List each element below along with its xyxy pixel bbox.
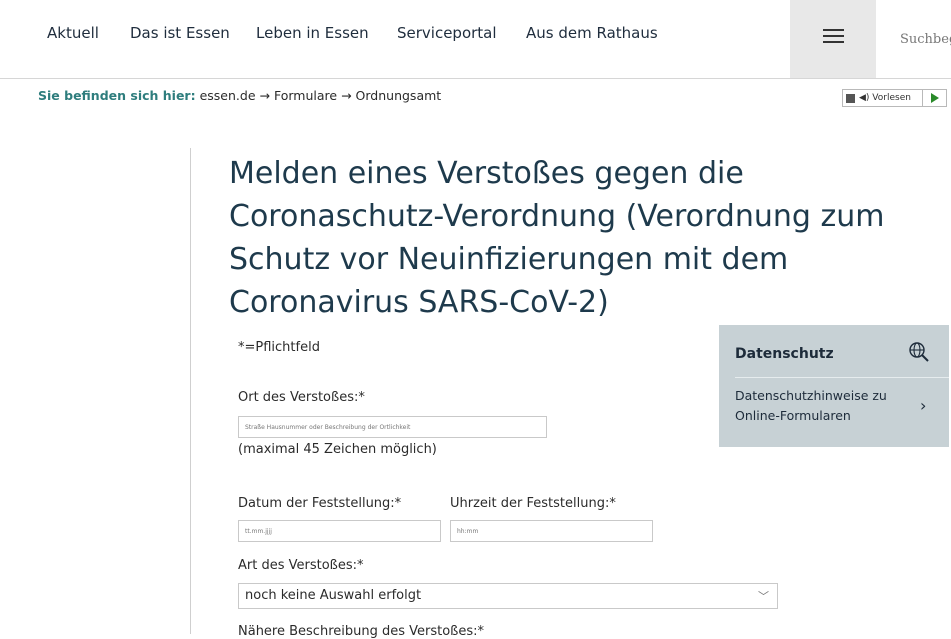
location-label: Ort des Verstoßes:* [238, 390, 365, 405]
page-title: Melden eines Verstoßes gegen die Coronas… [229, 156, 885, 320]
time-label: Uhrzeit der Feststellung:* [450, 496, 616, 511]
violation-type-value: noch keine Auswahl erfolgt [245, 588, 422, 603]
top-navigation: Aktuell Das ist Essen Leben in Essen Ser… [0, 0, 951, 79]
breadcrumb-item-essen[interactable]: essen.de [200, 88, 256, 103]
read-aloud-label: ◀) Vorlesen [859, 93, 911, 103]
datenschutz-title: Datenschutz [735, 346, 834, 362]
nav-item-das-ist-essen[interactable]: Das ist Essen [130, 24, 230, 42]
breadcrumb-arrow-icon: → [259, 88, 270, 103]
chevron-right-icon[interactable]: › [920, 396, 926, 415]
violation-type-select[interactable]: noch keine Auswahl erfolgt ﹀ [238, 583, 778, 609]
description-label: Nähere Beschreibung des Verstoßes:* [238, 624, 485, 639]
search-input[interactable] [876, 0, 951, 78]
breadcrumb-arrow-icon: → [341, 88, 352, 103]
breadcrumb: Sie befinden sich hier: essen.de → Formu… [38, 88, 441, 103]
nav-item-leben-in-essen[interactable]: Leben in Essen [256, 24, 369, 42]
datenschutz-link[interactable]: Datenschutzhinweise zu Online-Formularen [735, 386, 905, 426]
read-aloud-button[interactable]: ◀) Vorlesen [842, 89, 947, 107]
content-divider [190, 148, 191, 634]
required-note: *=Pflichtfeld [238, 340, 320, 355]
hamburger-icon [823, 29, 844, 31]
speaker-icon [846, 94, 855, 103]
date-input[interactable] [238, 520, 441, 542]
datenschutz-separator [735, 377, 949, 378]
play-icon[interactable] [922, 90, 946, 106]
chevron-down-icon: ﹀ [758, 590, 769, 603]
time-input[interactable] [450, 520, 653, 542]
menu-button[interactable] [790, 0, 876, 78]
breadcrumb-label: Sie befinden sich hier: [38, 88, 196, 103]
violation-type-label: Art des Verstoßes:* [238, 558, 364, 573]
date-label: Datum der Feststellung:* [238, 496, 402, 511]
nav-item-aktuell[interactable]: Aktuell [47, 24, 99, 42]
globe-search-icon [909, 342, 929, 362]
location-input[interactable] [238, 416, 547, 438]
breadcrumb-item-formulare[interactable]: Formulare [274, 88, 337, 103]
breadcrumb-item-ordnungsamt: Ordnungsamt [355, 88, 442, 103]
nav-item-serviceportal[interactable]: Serviceportal [397, 24, 497, 42]
datenschutz-box: Datenschutz Datenschutzhinweise zu Onlin… [719, 325, 949, 447]
location-hint: (maximal 45 Zeichen möglich) [238, 442, 437, 457]
nav-item-aus-dem-rathaus[interactable]: Aus dem Rathaus [526, 24, 658, 42]
